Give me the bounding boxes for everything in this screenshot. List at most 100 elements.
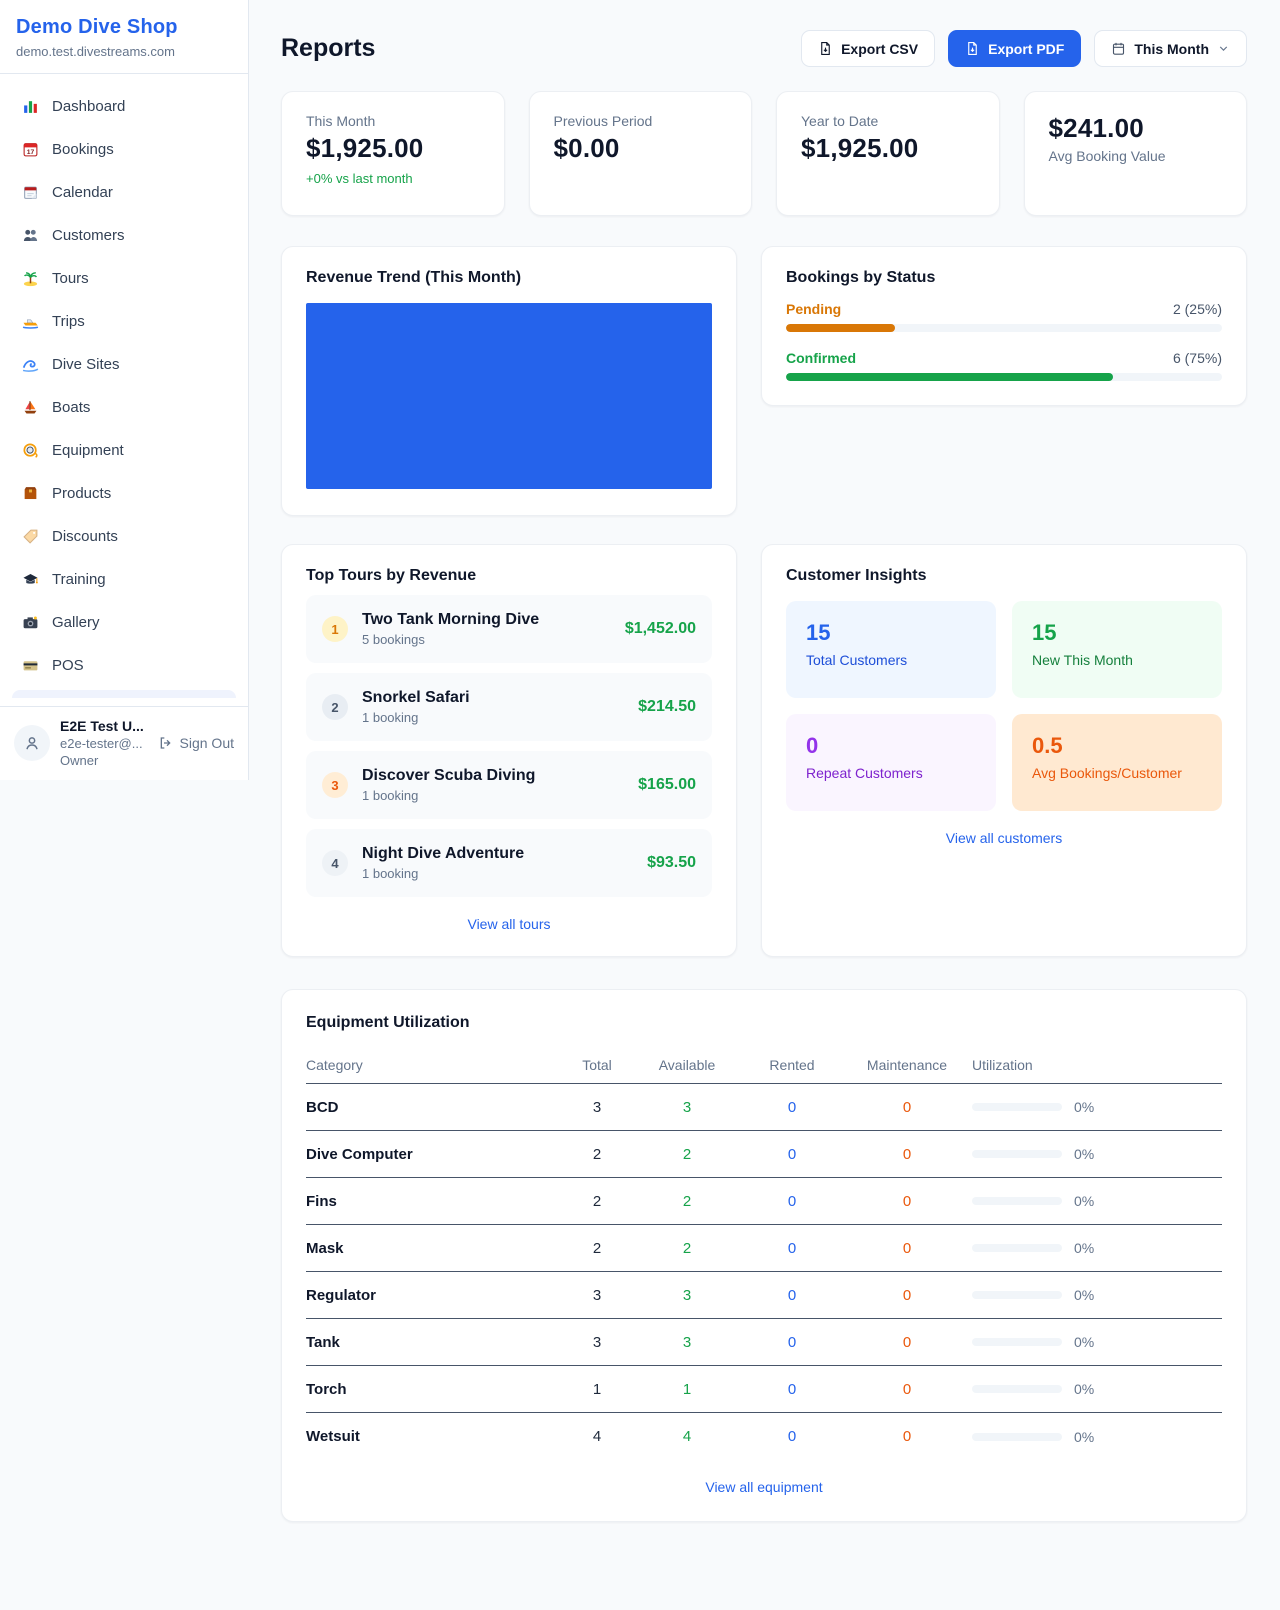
sidebar-item-trips[interactable]: Trips [12, 303, 236, 340]
cell-available: 1 [632, 1381, 742, 1398]
period-select[interactable]: This Month [1094, 30, 1247, 67]
cell-available: 2 [632, 1240, 742, 1257]
tile-new-this-month: 15 New This Month [1012, 601, 1222, 698]
sidebar-item-label: Tours [52, 270, 89, 287]
sidebar-item-bookings[interactable]: 17 Bookings [12, 131, 236, 168]
rank-badge: 2 [322, 694, 348, 720]
cell-maintenance: 0 [842, 1240, 972, 1257]
cell-rented: 0 [742, 1287, 842, 1304]
cell-utilization: 0% [972, 1429, 1222, 1445]
page-title: Reports [281, 34, 375, 63]
sidebar-item-label: Dive Sites [52, 356, 120, 373]
utilization-bar [972, 1150, 1062, 1158]
tile-value: 15 [1032, 620, 1202, 646]
sidebar-item-discounts[interactable]: Discounts [12, 518, 236, 555]
cell-utilization: 0% [972, 1099, 1222, 1115]
export-pdf-button[interactable]: Export PDF [948, 30, 1081, 67]
sidebar-item-label: Training [52, 571, 106, 588]
col-rented: Rented [742, 1057, 842, 1073]
shop-name: Demo Dive Shop [16, 16, 232, 39]
cell-total: 3 [562, 1334, 632, 1351]
tile-avg-bookings-customer: 0.5 Avg Bookings/Customer [1012, 714, 1222, 811]
stat-card-this-month: This Month $1,925.00 +0% vs last month [281, 91, 505, 216]
sidebar-item-tours[interactable]: Tours [12, 260, 236, 297]
equipment-utilization-title: Equipment Utilization [306, 1014, 1222, 1032]
utilization-bar [972, 1291, 1062, 1299]
camera-icon [22, 614, 39, 631]
svg-text:17: 17 [27, 149, 35, 156]
view-all-customers-link[interactable]: View all customers [786, 830, 1222, 846]
status-value: 6 (75%) [1173, 350, 1222, 366]
tour-row[interactable]: 4 Night Dive Adventure 1 booking $93.50 [306, 829, 712, 897]
stat-cards: This Month $1,925.00 +0% vs last month P… [281, 91, 1247, 216]
tile-label: Total Customers [806, 652, 976, 668]
sidebar-item-products[interactable]: Products [12, 475, 236, 512]
utilization-bar [972, 1103, 1062, 1111]
sidebar-item-label: Gallery [52, 614, 100, 631]
file-download-icon [818, 41, 833, 56]
view-all-equipment-link[interactable]: View all equipment [306, 1479, 1222, 1495]
tour-amount: $165.00 [638, 776, 696, 794]
cell-utilization: 0% [972, 1334, 1222, 1350]
sidebar-header: Demo Dive Shop demo.test.divestreams.com [0, 0, 248, 74]
tour-name: Discover Scuba Diving [362, 767, 624, 785]
sidebar-item-boats[interactable]: Boats [12, 389, 236, 426]
export-csv-button[interactable]: Export CSV [801, 30, 935, 67]
cell-maintenance: 0 [842, 1146, 972, 1163]
tile-repeat-customers: 0 Repeat Customers [786, 714, 996, 811]
tour-name: Snorkel Safari [362, 689, 624, 707]
cell-available: 3 [632, 1334, 742, 1351]
view-all-tours-link[interactable]: View all tours [306, 916, 712, 932]
tour-amount: $1,452.00 [625, 620, 696, 638]
sidebar-item-dashboard[interactable]: Dashboard [12, 88, 236, 125]
sidebar-item-pos[interactable]: POS [12, 647, 236, 684]
utilization-pct: 0% [1074, 1146, 1094, 1162]
utilization-bar [972, 1338, 1062, 1346]
chevron-down-icon [1217, 42, 1230, 55]
cell-category: Dive Computer [306, 1146, 562, 1163]
stat-delta: +0% vs last month [306, 171, 480, 186]
tour-amount: $93.50 [647, 854, 696, 872]
status-row-confirmed: Confirmed 6 (75%) [786, 350, 1222, 381]
tour-row[interactable]: 1 Two Tank Morning Dive 5 bookings $1,45… [306, 595, 712, 663]
cell-total: 2 [562, 1240, 632, 1257]
cell-rented: 0 [742, 1193, 842, 1210]
sidebar-item-calendar[interactable]: Calendar [12, 174, 236, 211]
status-value: 2 (25%) [1173, 301, 1222, 317]
cell-utilization: 0% [972, 1381, 1222, 1397]
tile-label: Avg Bookings/Customer [1032, 765, 1202, 781]
tour-row[interactable]: 3 Discover Scuba Diving 1 booking $165.0… [306, 751, 712, 819]
utilization-pct: 0% [1074, 1429, 1094, 1445]
cell-maintenance: 0 [842, 1287, 972, 1304]
customer-insights-card: Customer Insights 15 Total Customers 15 … [761, 544, 1247, 957]
graduation-cap-icon [22, 571, 39, 588]
sidebar-item-dive-sites[interactable]: Dive Sites [12, 346, 236, 383]
user-role: Owner [60, 753, 148, 768]
cell-rented: 0 [742, 1428, 842, 1445]
tour-row[interactable]: 2 Snorkel Safari 1 booking $214.50 [306, 673, 712, 741]
table-row: Mask 2 2 0 0 0% [306, 1225, 1222, 1272]
revenue-trend-chart [306, 303, 712, 489]
cell-category: Regulator [306, 1287, 562, 1304]
cell-total: 2 [562, 1193, 632, 1210]
sidebar-item-equipment[interactable]: Equipment [12, 432, 236, 469]
sign-out-button[interactable]: Sign Out [158, 735, 234, 751]
sidebar-item-training[interactable]: Training [12, 561, 236, 598]
stat-value: $241.00 [1049, 113, 1223, 144]
tile-label: Repeat Customers [806, 765, 976, 781]
tour-name: Night Dive Adventure [362, 845, 633, 863]
sidebar-item-reports-partial[interactable] [12, 690, 236, 698]
tour-bookings: 5 bookings [362, 632, 611, 647]
sidebar-item-gallery[interactable]: Gallery [12, 604, 236, 641]
tile-value: 0.5 [1032, 733, 1202, 759]
tour-amount: $214.50 [638, 698, 696, 716]
user-email: e2e-tester@... [60, 736, 148, 751]
utilization-pct: 0% [1074, 1334, 1094, 1350]
cell-utilization: 0% [972, 1146, 1222, 1162]
table-header-row: Category Total Available Rented Maintena… [306, 1046, 1222, 1084]
sidebar-item-customers[interactable]: Customers [12, 217, 236, 254]
sidebar-item-label: Calendar [52, 184, 113, 201]
cell-maintenance: 0 [842, 1334, 972, 1351]
col-available: Available [632, 1057, 742, 1073]
cell-total: 1 [562, 1381, 632, 1398]
